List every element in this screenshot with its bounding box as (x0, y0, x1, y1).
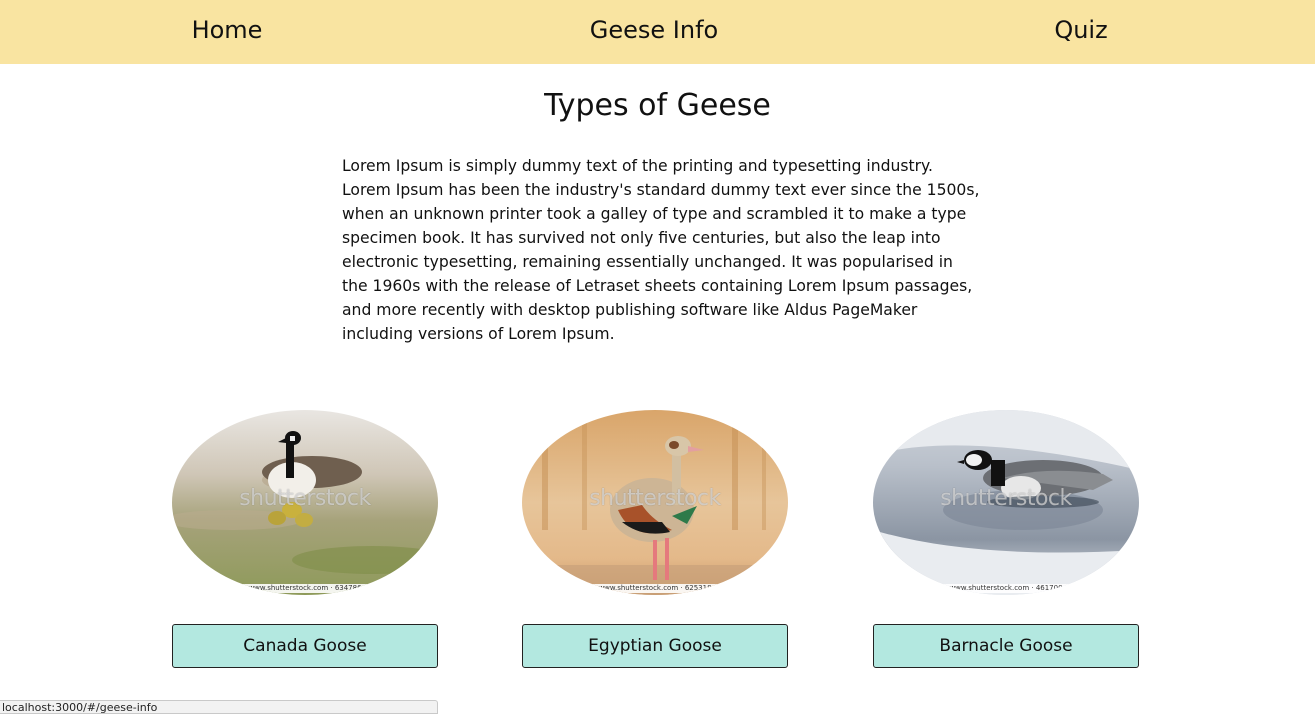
egyptian-goose-photo: shutterstock www.shutterstock.com · 6253… (522, 410, 788, 595)
nav-quiz-link[interactable]: Quiz (951, 0, 1211, 60)
canada-goose-photo: shutterstock www.shutterstock.com · 6347… (172, 410, 438, 595)
photo-watermark: shutterstock (239, 486, 371, 511)
barnacle-goose-photo: shutterstock www.shutterstock.com · 4617… (873, 410, 1139, 595)
goose-card-canada: shutterstock www.shutterstock.com · 6347… (172, 410, 438, 668)
top-navigation-bar: Home Geese Info Quiz (0, 0, 1315, 64)
nav-home-link[interactable]: Home (97, 0, 357, 60)
photo-watermark: shutterstock (589, 486, 721, 511)
photo-credit: www.shutterstock.com · 634786 (172, 584, 438, 593)
canada-goose-button[interactable]: Canada Goose (172, 624, 438, 668)
nav-geese-info-link[interactable]: Geese Info (524, 0, 784, 60)
photo-watermark: shutterstock (940, 486, 1072, 511)
egyptian-goose-button[interactable]: Egyptian Goose (522, 624, 788, 668)
barnacle-goose-button[interactable]: Barnacle Goose (873, 624, 1139, 668)
intro-paragraph: Lorem Ipsum is simply dummy text of the … (342, 157, 980, 343)
photo-credit: www.shutterstock.com · 625318 (522, 584, 788, 593)
goose-card-egyptian: shutterstock www.shutterstock.com · 6253… (522, 410, 788, 668)
goose-card-barnacle: shutterstock www.shutterstock.com · 4617… (873, 410, 1139, 668)
photo-credit: www.shutterstock.com · 461700 (873, 584, 1139, 593)
page-title: Types of Geese (544, 88, 771, 123)
